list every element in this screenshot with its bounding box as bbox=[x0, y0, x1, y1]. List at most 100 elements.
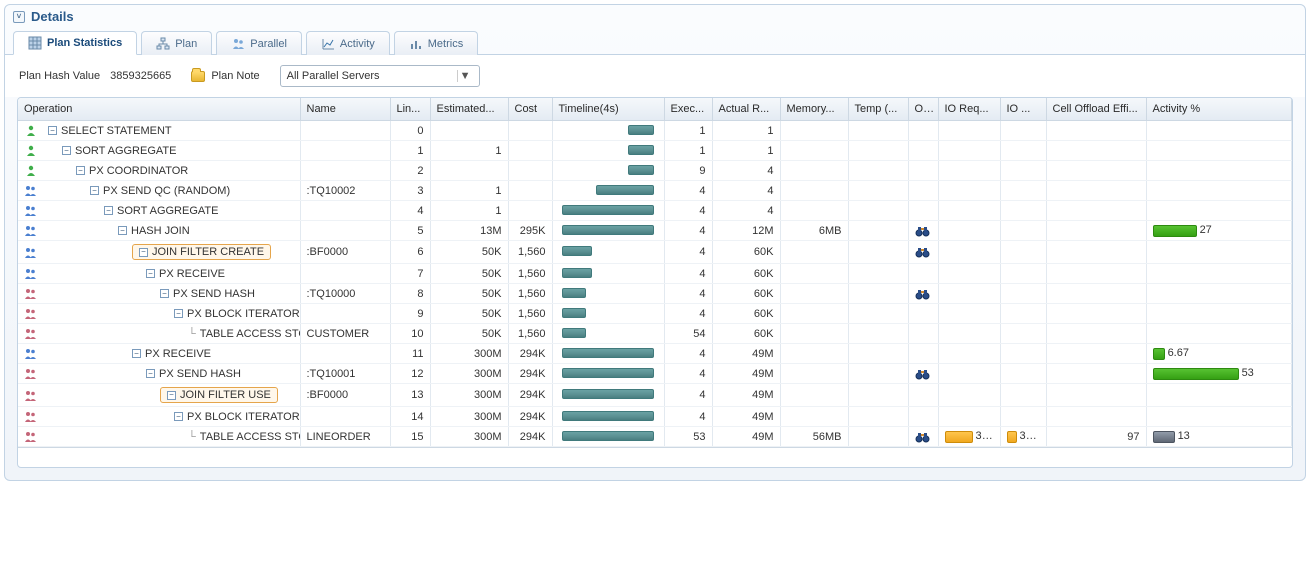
collapse-icon[interactable]: − bbox=[160, 289, 169, 298]
binoculars-icon[interactable] bbox=[915, 431, 930, 443]
people-icon bbox=[24, 268, 38, 279]
tab-label: Plan Statistics bbox=[47, 37, 122, 49]
server-selected: All Parallel Servers bbox=[287, 70, 380, 82]
people-icon bbox=[24, 225, 38, 236]
operation-label: PX BLOCK ITERATOR bbox=[187, 308, 300, 320]
people-icon bbox=[24, 205, 38, 216]
panel-header[interactable]: ˅ Details bbox=[5, 5, 1305, 28]
binoculars-icon[interactable] bbox=[915, 368, 930, 380]
tabbar: Plan Statistics Plan Parallel Activity M… bbox=[5, 30, 1305, 55]
collapse-icon[interactable]: − bbox=[174, 412, 183, 421]
collapse-icon[interactable]: − bbox=[48, 126, 57, 135]
collapse-icon[interactable]: − bbox=[146, 269, 155, 278]
tab-metrics[interactable]: Metrics bbox=[394, 31, 478, 55]
folder-icon bbox=[191, 71, 205, 82]
tab-label: Plan bbox=[175, 38, 197, 50]
col-actual[interactable]: Actual R... bbox=[712, 98, 780, 121]
operation-label: HASH JOIN bbox=[131, 225, 190, 237]
table-row[interactable]: −SORT AGGREGATE 1111 bbox=[18, 141, 1292, 161]
plan-grid: Operation Name Lin... Estimated... Cost … bbox=[17, 97, 1293, 468]
binoculars-icon[interactable] bbox=[915, 225, 930, 237]
table-row[interactable]: −PX BLOCK ITERATOR 14300M294K449M bbox=[18, 407, 1292, 427]
table-row[interactable]: −PX BLOCK ITERATOR 950K1,560460K bbox=[18, 304, 1292, 324]
collapse-icon[interactable]: − bbox=[76, 166, 85, 175]
operation-label: JOIN FILTER CREATE bbox=[152, 246, 264, 258]
table-row[interactable]: −PX SEND HASH :TQ10000850K1,560460K bbox=[18, 284, 1292, 304]
table-row[interactable]: −JOIN FILTER USE :BF000013300M294K449M bbox=[18, 384, 1292, 407]
grid-icon bbox=[28, 36, 42, 50]
activity-value: 53 bbox=[1242, 367, 1254, 379]
operation-label: TABLE ACCESS STORAGE... bbox=[200, 328, 300, 340]
table-row[interactable]: −PX RECEIVE 750K1,560460K bbox=[18, 264, 1292, 284]
server-select[interactable]: All Parallel Servers ▼ bbox=[280, 65, 480, 87]
collapse-icon[interactable]: − bbox=[146, 369, 155, 378]
tab-parallel[interactable]: Parallel bbox=[216, 31, 302, 55]
people-icon bbox=[24, 328, 38, 339]
tab-plan[interactable]: Plan bbox=[141, 31, 212, 55]
collapse-icon[interactable]: − bbox=[104, 206, 113, 215]
col-operation[interactable]: Operation bbox=[18, 98, 300, 121]
header-row: Operation Name Lin... Estimated... Cost … bbox=[18, 98, 1292, 121]
hash-label: Plan Hash Value bbox=[19, 70, 100, 82]
table-row[interactable]: −PX SEND QC (RANDOM) :TQ100023144 bbox=[18, 181, 1292, 201]
collapse-icon[interactable]: − bbox=[132, 349, 141, 358]
table-row[interactable]: −PX SEND HASH :TQ1000112300M294K449M 53 bbox=[18, 364, 1292, 384]
collapse-icon[interactable]: − bbox=[62, 146, 71, 155]
col-cost[interactable]: Cost bbox=[508, 98, 552, 121]
binoculars-icon[interactable] bbox=[915, 246, 930, 258]
collapse-icon[interactable]: − bbox=[90, 186, 99, 195]
operation-label: PX BLOCK ITERATOR bbox=[187, 411, 300, 423]
collapse-icon[interactable]: ˅ bbox=[13, 11, 25, 23]
operation-label: PX SEND QC (RANDOM) bbox=[103, 185, 230, 197]
col-line[interactable]: Lin... bbox=[390, 98, 430, 121]
operation-label: SELECT STATEMENT bbox=[61, 125, 172, 137]
table-row[interactable]: └TABLE ACCESS STORAGE... LINEORDER15300M… bbox=[18, 427, 1292, 447]
col-estimated[interactable]: Estimated... bbox=[430, 98, 508, 121]
col-io[interactable]: IO ... bbox=[1000, 98, 1046, 121]
people-icon bbox=[24, 411, 38, 422]
tab-label: Activity bbox=[340, 38, 375, 50]
collapse-icon[interactable]: − bbox=[118, 226, 127, 235]
col-timeline[interactable]: Timeline(4s) bbox=[552, 98, 664, 121]
people-icon bbox=[24, 185, 38, 196]
binoculars-icon[interactable] bbox=[915, 288, 930, 300]
col-activity[interactable]: Activity % bbox=[1146, 98, 1292, 121]
col-o[interactable]: O... bbox=[908, 98, 938, 121]
collapse-icon[interactable]: − bbox=[167, 391, 176, 400]
collapse-icon[interactable]: − bbox=[139, 248, 148, 257]
collapse-icon[interactable]: − bbox=[174, 309, 183, 318]
tab-activity[interactable]: Activity bbox=[306, 31, 390, 55]
col-name[interactable]: Name bbox=[300, 98, 390, 121]
plan-note-button[interactable]: Plan Note bbox=[185, 68, 265, 84]
table-row[interactable]: −PX COORDINATOR 294 bbox=[18, 161, 1292, 181]
table-row[interactable]: −PX RECEIVE 11300M294K449M 6.67 bbox=[18, 344, 1292, 364]
table-row[interactable]: −JOIN FILTER CREATE :BF0000650K1,560460K bbox=[18, 241, 1292, 264]
details-panel: ˅ Details Plan Statistics Plan Parallel bbox=[4, 4, 1306, 481]
grid-footer bbox=[18, 447, 1292, 467]
people-icon bbox=[24, 288, 38, 299]
people-icon bbox=[24, 368, 38, 379]
operation-label: PX RECEIVE bbox=[145, 348, 211, 360]
col-celloff[interactable]: Cell Offload Effi... bbox=[1046, 98, 1146, 121]
col-ioreq[interactable]: IO Req... bbox=[938, 98, 1000, 121]
activity-value: 27 bbox=[1200, 224, 1212, 236]
person-icon bbox=[24, 145, 38, 156]
plan-note-label: Plan Note bbox=[211, 70, 259, 82]
col-exec[interactable]: Exec... bbox=[664, 98, 712, 121]
tab-plan-statistics[interactable]: Plan Statistics bbox=[13, 31, 137, 55]
bars-icon bbox=[409, 37, 423, 51]
table-row[interactable]: −HASH JOIN 513M295K412M6MB 27 bbox=[18, 221, 1292, 241]
operation-label: JOIN FILTER USE bbox=[180, 389, 271, 401]
table-row[interactable]: −SELECT STATEMENT 011 bbox=[18, 121, 1292, 141]
table-row[interactable]: −SORT AGGREGATE 4144 bbox=[18, 201, 1292, 221]
col-temp[interactable]: Temp (... bbox=[848, 98, 908, 121]
operation-label: TABLE ACCESS STORAGE... bbox=[200, 431, 300, 443]
table-row[interactable]: └TABLE ACCESS STORAGE... CUSTOMER1050K1,… bbox=[18, 324, 1292, 344]
panel-title: Details bbox=[31, 9, 74, 24]
chart-line-icon bbox=[321, 37, 335, 51]
col-memory[interactable]: Memory... bbox=[780, 98, 848, 121]
activity-value: 13 bbox=[1178, 430, 1190, 442]
tab-label: Metrics bbox=[428, 38, 463, 50]
chevron-down-icon: ▼ bbox=[457, 70, 473, 82]
person-icon bbox=[24, 125, 38, 136]
